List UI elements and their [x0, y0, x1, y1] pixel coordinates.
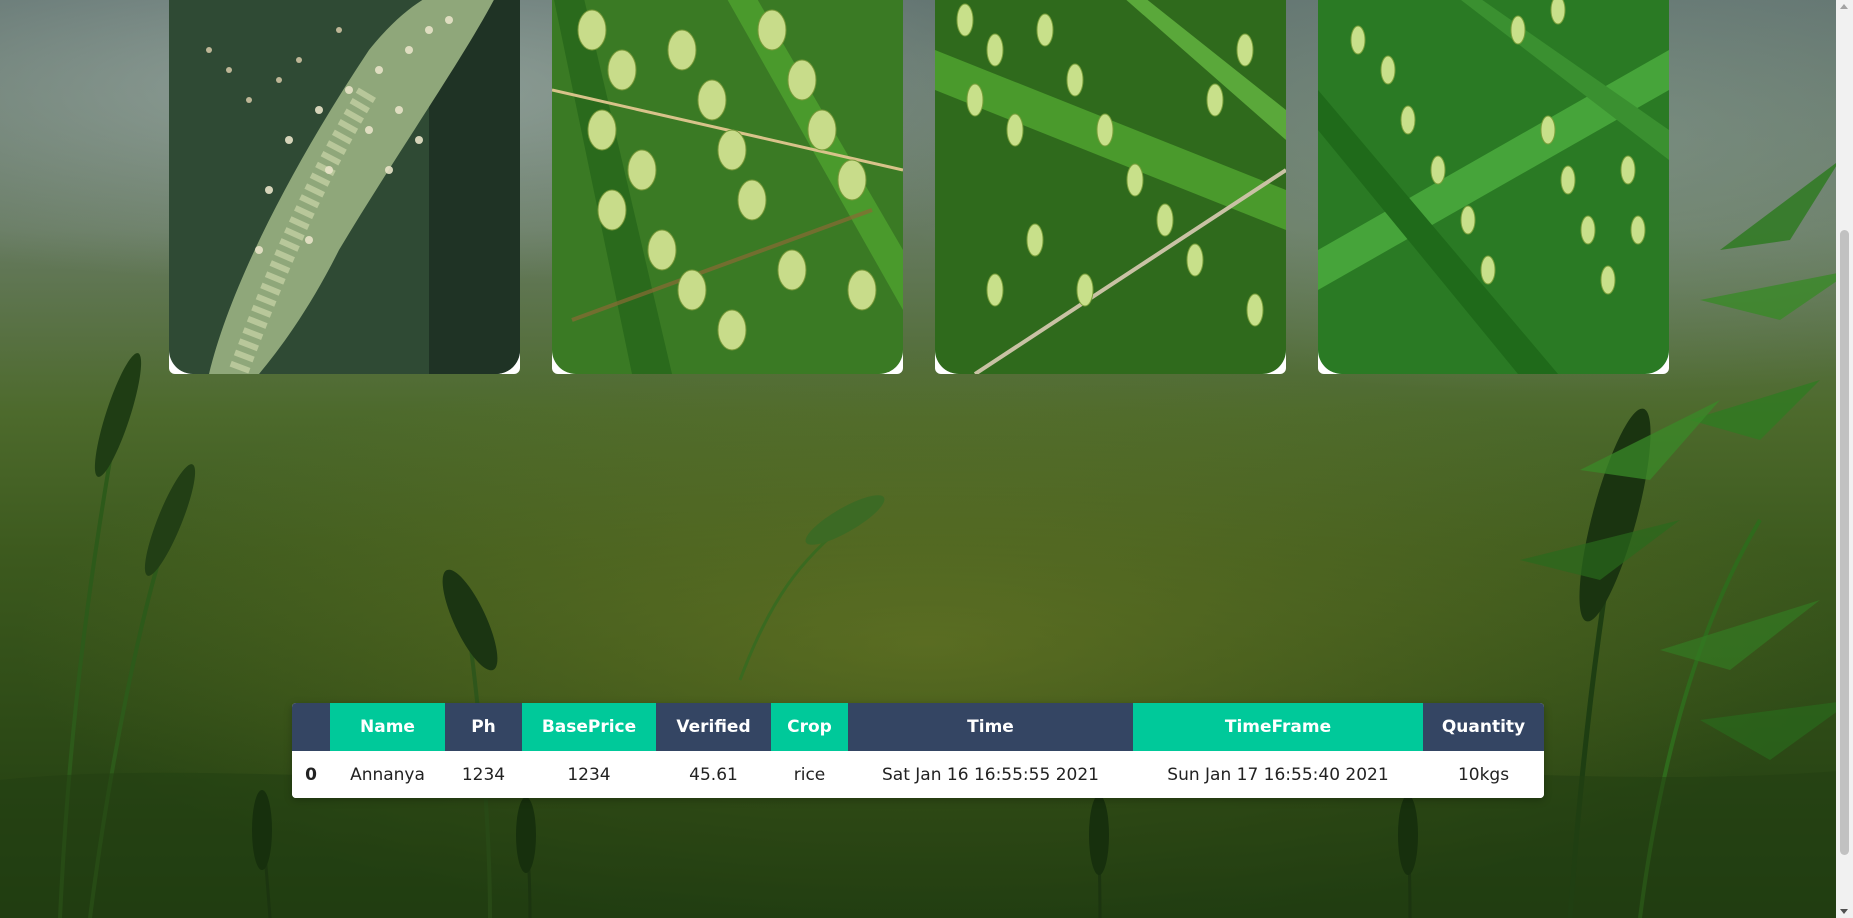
- millet-flower-image: [169, 0, 520, 374]
- header-quantity: Quantity: [1423, 703, 1544, 751]
- header-base-price: BasePrice: [522, 703, 656, 751]
- cell-quantity: 10kgs: [1423, 751, 1544, 798]
- header-time: Time: [848, 703, 1133, 751]
- rice-panicle-image: [935, 0, 1286, 374]
- crop-card-rice-plant[interactable]: [1318, 0, 1669, 374]
- cell-time-frame: Sun Jan 17 16:55:40 2021: [1133, 751, 1423, 798]
- header-time-frame: TimeFrame: [1133, 703, 1423, 751]
- scroll-up-arrow-icon[interactable]: [1840, 4, 1848, 9]
- page-scrollbar[interactable]: [1836, 0, 1853, 918]
- cell-name: Annanya: [330, 751, 445, 798]
- cell-crop: rice: [771, 751, 848, 798]
- rice-plant-image: [1318, 0, 1669, 374]
- cell-index: 0: [292, 751, 330, 798]
- crop-gallery: [169, 0, 1669, 375]
- crop-card-millet[interactable]: [169, 0, 520, 374]
- crop-listing-table: Name Ph BasePrice Verified Crop Time Tim…: [292, 703, 1544, 798]
- scroll-thumb[interactable]: [1840, 230, 1849, 855]
- header-verified: Verified: [656, 703, 771, 751]
- table-row: 0 Annanya 1234 1234 45.61 rice Sat Jan 1…: [292, 751, 1544, 798]
- header-crop: Crop: [771, 703, 848, 751]
- header-name: Name: [330, 703, 445, 751]
- cell-ph: 1234: [445, 751, 522, 798]
- cell-time: Sat Jan 16 16:55:55 2021: [848, 751, 1133, 798]
- crop-table: Name Ph BasePrice Verified Crop Time Tim…: [292, 703, 1544, 798]
- rice-grain-image: [552, 0, 903, 374]
- crop-card-rice-grain[interactable]: [552, 0, 903, 374]
- cell-verified: 45.61: [656, 751, 771, 798]
- crop-card-rice-panicle[interactable]: [935, 0, 1286, 374]
- scroll-down-arrow-icon[interactable]: [1840, 909, 1848, 914]
- cell-base-price: 1234: [522, 751, 656, 798]
- header-ph: Ph: [445, 703, 522, 751]
- table-header-row: Name Ph BasePrice Verified Crop Time Tim…: [292, 703, 1544, 751]
- header-index: [292, 703, 330, 751]
